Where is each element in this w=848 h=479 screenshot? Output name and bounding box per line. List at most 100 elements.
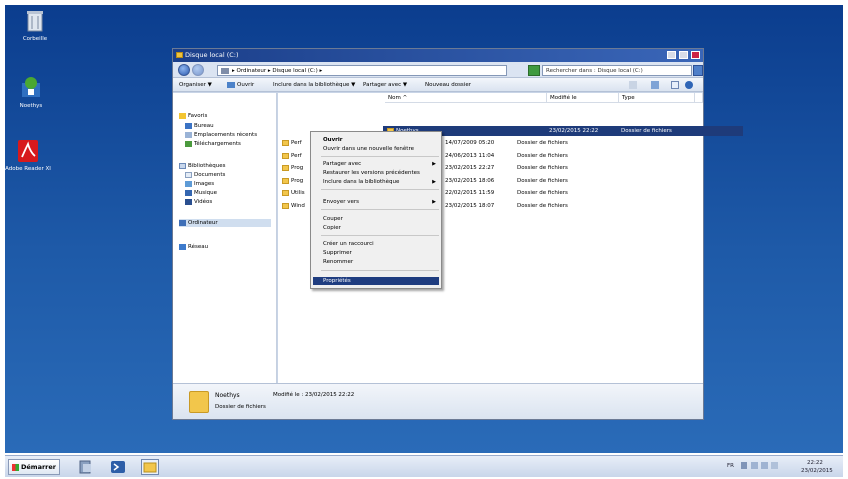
search-input[interactable]: Rechercher dans : Disque local (C:) — [542, 65, 692, 76]
folder-icon — [282, 152, 289, 159]
column-header-modified[interactable]: Modifié le — [547, 93, 619, 103]
menu-item-delete[interactable]: Supprimer — [313, 249, 439, 257]
folder-icon — [282, 177, 289, 184]
file-modified: 14/07/2009 05:20 — [445, 140, 495, 146]
menu-item-open-new-window[interactable]: Ouvrir dans une nouvelle fenêtre — [313, 145, 439, 153]
submenu-arrow-icon: ▶ — [432, 161, 436, 167]
desktop-icon-label: Noethys — [19, 103, 43, 109]
details-type: Dossier de fichiers — [215, 404, 266, 410]
file-type: Dossier de fichiers — [517, 190, 568, 196]
drive-icon — [176, 52, 183, 58]
folder-icon — [282, 202, 289, 209]
view-menu-icon[interactable] — [651, 81, 659, 89]
nav-computer[interactable]: Ordinateur — [179, 219, 271, 227]
file-modified: 23/02/2015 18:07 — [445, 202, 495, 209]
open-label: Ouvrir — [237, 82, 255, 88]
tray-flag-icon[interactable] — [741, 462, 747, 469]
submenu-arrow-icon: ▶ — [432, 179, 436, 185]
language-indicator[interactable]: FR — [727, 463, 734, 469]
network-tray-icon[interactable] — [751, 462, 758, 469]
desktop-icon-recycle-bin[interactable]: Corbeille — [12, 8, 58, 42]
column-header-name[interactable]: Nom ^ — [385, 93, 547, 103]
desktop-icon-label: Adobe Reader XI — [5, 166, 51, 172]
menu-item-include-library[interactable]: Inclure dans la bibliothèque ▶ — [313, 178, 439, 186]
open-icon — [227, 82, 235, 88]
include-library-button[interactable]: Inclure dans la bibliothèque ▼ — [273, 78, 355, 92]
help-icon[interactable] — [685, 81, 693, 89]
window-title: Disque local (C:) — [185, 51, 239, 59]
file-name: Perf — [291, 140, 302, 146]
nav-favorites[interactable]: Favoris — [179, 112, 207, 120]
organize-button[interactable]: Organiser ▼ — [179, 78, 212, 92]
details-modified: Modifié le : 23/02/2015 22:22 — [273, 392, 355, 398]
file-type: Dossier de fichiers — [621, 128, 672, 134]
nav-network[interactable]: Réseau — [179, 243, 208, 251]
desktop-icon-label: Corbeille — [22, 36, 48, 42]
file-name: Prog — [291, 165, 304, 171]
nav-label: Favoris — [188, 113, 208, 119]
column-header-size[interactable] — [695, 93, 703, 103]
computer-icon — [179, 220, 186, 226]
adobe-reader-icon — [16, 138, 40, 164]
menu-item-label: Partager avec — [323, 161, 362, 167]
menu-item-copy[interactable]: Copier — [313, 224, 439, 232]
menu-item-cut[interactable]: Couper — [313, 215, 439, 223]
desktop-icon-adobe-reader[interactable]: Adobe Reader XI — [5, 138, 51, 172]
forward-button[interactable] — [192, 64, 204, 76]
close-button[interactable] — [691, 51, 700, 59]
refresh-button[interactable] — [528, 65, 540, 76]
start-button[interactable]: Démarrer — [8, 459, 60, 475]
menu-item-label: Inclure dans la bibliothèque — [323, 179, 400, 185]
open-button[interactable]: Ouvrir — [227, 78, 254, 92]
new-folder-button[interactable]: Nouveau dossier — [425, 78, 471, 92]
context-menu: Ouvrir Ouvrir dans une nouvelle fenêtre … — [310, 131, 442, 289]
maximize-button[interactable] — [678, 51, 688, 59]
folder-icon — [282, 165, 289, 171]
back-button[interactable] — [178, 64, 190, 76]
menu-item-label: Envoyer vers — [323, 199, 359, 205]
share-with-button[interactable]: Partager avec ▼ — [363, 78, 407, 92]
file-type: Dossier de fichiers — [517, 152, 568, 159]
window-titlebar[interactable]: Disque local (C:) — [173, 49, 703, 62]
nav-label: Réseau — [188, 244, 209, 250]
explorer-taskbar-icon[interactable] — [141, 459, 159, 475]
menu-item-restore-versions[interactable]: Restaurer les versions précédentes — [313, 169, 439, 177]
minimize-button[interactable] — [666, 51, 676, 59]
menu-item-share-with[interactable]: Partager avec ▶ — [313, 160, 439, 168]
menu-item-open[interactable]: Ouvrir — [313, 136, 439, 144]
menu-item-send-to[interactable]: Envoyer vers ▶ — [313, 198, 439, 206]
desktop-icon-noethys[interactable]: Noethys — [8, 75, 54, 109]
menu-item-rename[interactable]: Renommer — [313, 258, 439, 266]
clock-date[interactable]: 23/02/2015 — [801, 468, 833, 474]
menu-item-properties[interactable]: Propriétés — [313, 277, 439, 285]
noethys-icon — [19, 75, 43, 101]
folder-icon — [282, 190, 289, 196]
system-tray: FR 22:22 23/02/2015 — [727, 458, 839, 476]
menu-separator — [321, 270, 439, 271]
menu-separator — [321, 189, 439, 190]
powershell-icon[interactable] — [109, 459, 127, 475]
server-manager-icon[interactable] — [77, 459, 95, 475]
file-name: Perf — [291, 152, 302, 159]
preview-pane-icon[interactable] — [671, 81, 679, 89]
menu-item-create-shortcut[interactable]: Créer un raccourci — [313, 240, 439, 248]
search-icon[interactable] — [693, 65, 703, 76]
menu-separator — [321, 235, 439, 236]
clock-time[interactable]: 22:22 — [807, 460, 823, 466]
address-bar[interactable]: ▸ Ordinateur ▸ Disque local (C:) ▸ — [217, 65, 507, 76]
column-header-type[interactable]: Type — [619, 93, 695, 103]
file-type: Dossier de fichiers — [517, 165, 568, 171]
navigation-pane: Favoris Bureau Emplacements récents Télé… — [173, 93, 277, 383]
command-bar: Organiser ▼ Ouvrir Inclure dans la bibli… — [173, 78, 703, 92]
volume-tray-icon[interactable] — [761, 462, 768, 469]
network-icon — [179, 244, 186, 250]
file-name: Wind — [291, 202, 305, 209]
change-view-icon[interactable] — [629, 81, 637, 89]
folder-icon — [282, 140, 289, 146]
folder-icon — [189, 391, 209, 413]
nav-label: Ordinateur — [188, 220, 218, 226]
windows-flag-icon — [12, 464, 19, 471]
file-name: Utilis — [291, 190, 305, 196]
action-center-icon[interactable] — [771, 462, 778, 469]
menu-separator — [321, 209, 439, 210]
